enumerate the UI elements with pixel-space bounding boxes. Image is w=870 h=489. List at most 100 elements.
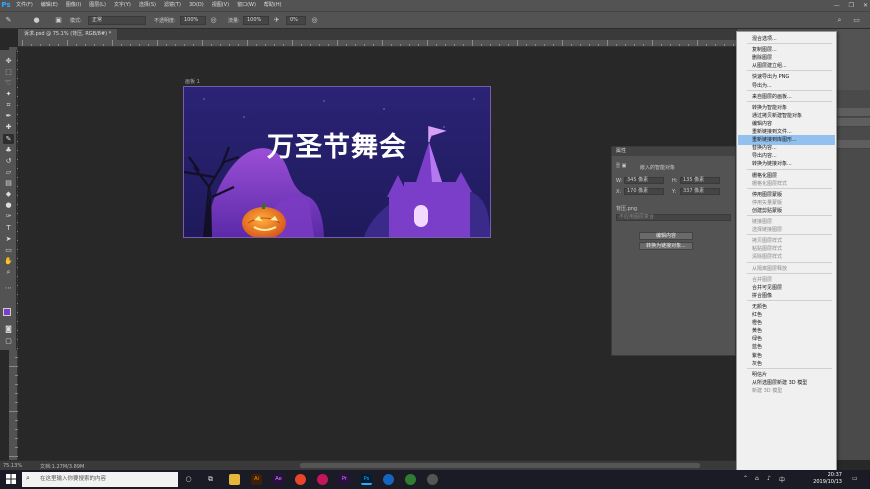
- quick-mask-icon[interactable]: ◙: [3, 324, 14, 334]
- foreground-color-swatch[interactable]: [3, 308, 11, 316]
- menu-edit[interactable]: 编辑(E): [37, 0, 62, 11]
- taskbar-search-input[interactable]: 在这里输入你要搜索的内容: [22, 472, 178, 487]
- document-tab[interactable]: 诉求.psd @ 75.1% (背压, RGB/8#) *: [18, 29, 118, 40]
- brush-panel-icon[interactable]: ▣: [54, 16, 63, 25]
- height-input[interactable]: 135 像素: [680, 177, 720, 184]
- menu-layer[interactable]: 图层(L): [85, 0, 110, 11]
- flow-label: 流量:: [228, 18, 240, 24]
- type-tool-icon[interactable]: T: [3, 223, 14, 233]
- ruler-tick: [58, 44, 59, 46]
- clock-date: 2019/10/13: [813, 479, 842, 485]
- pen-tool-icon[interactable]: ✑: [3, 211, 14, 221]
- ruler-tick: [265, 44, 266, 46]
- workspace-icon[interactable]: ▭: [852, 16, 861, 25]
- ruler-tick: [31, 44, 32, 46]
- layer-row[interactable]: [836, 140, 870, 149]
- history-brush-tool-icon[interactable]: ↺: [3, 156, 14, 166]
- dodge-tool-icon[interactable]: ●: [3, 200, 14, 210]
- network-icon[interactable]: ⌂: [755, 475, 759, 482]
- screen-mode-icon[interactable]: ▢: [3, 336, 14, 346]
- opacity-input[interactable]: 100%: [180, 16, 206, 25]
- layer-row[interactable]: [836, 118, 870, 127]
- menu-3d[interactable]: 3D(D): [185, 0, 208, 11]
- menu-window[interactable]: 窗口(W): [233, 0, 260, 11]
- menu-file[interactable]: 文件(F): [12, 0, 37, 11]
- minimize-button[interactable]: —: [834, 0, 840, 11]
- eraser-tool-icon[interactable]: ▱: [3, 167, 14, 177]
- crop-tool-icon[interactable]: ⌗: [3, 100, 14, 110]
- zoom-level[interactable]: 75.13%: [3, 463, 22, 469]
- adobe-app-icon[interactable]: Ae: [273, 474, 284, 485]
- browser-icon[interactable]: [317, 474, 328, 485]
- eyedropper-tool-icon[interactable]: ✒: [3, 111, 14, 121]
- maximize-button[interactable]: ❐: [849, 0, 854, 11]
- move-tool-icon[interactable]: ✥: [3, 56, 14, 66]
- menu-image[interactable]: 图像(I): [62, 0, 85, 11]
- menu-separator: [747, 367, 832, 369]
- canvas-banner[interactable]: 万圣节舞会: [183, 86, 491, 238]
- edit-contents-button[interactable]: 编辑内容: [639, 232, 693, 240]
- convert-to-linked-button[interactable]: 转换为链接对象...: [639, 242, 693, 250]
- cortana-icon[interactable]: ○: [183, 474, 194, 485]
- file-explorer-icon[interactable]: [229, 474, 240, 485]
- ruler-tick: [715, 44, 716, 46]
- layer-comp-select[interactable]: 不应用图层复合: [616, 214, 731, 221]
- horizontal-scrollbar[interactable]: [300, 463, 700, 468]
- menu-view[interactable]: 视图(V): [208, 0, 233, 11]
- mode-select[interactable]: 正常: [88, 16, 146, 25]
- ruler-tick: [22, 40, 23, 46]
- more-tools-icon[interactable]: ⋯: [3, 283, 14, 293]
- brush-preset-icon[interactable]: ✎: [4, 16, 13, 25]
- ruler-tick: [15, 420, 18, 421]
- lasso-tool-icon[interactable]: ➰: [3, 78, 14, 88]
- premiere-icon[interactable]: Pr: [339, 474, 350, 485]
- layer-row[interactable]: [836, 108, 870, 117]
- search-icon[interactable]: ⌕: [835, 16, 844, 25]
- app-icon[interactable]: [405, 474, 416, 485]
- document-size[interactable]: 文档:1.27M/3.89M: [40, 463, 84, 470]
- x-input[interactable]: 170 像素: [624, 188, 664, 195]
- blur-tool-icon[interactable]: ◆: [3, 189, 14, 199]
- notification-icon[interactable]: ▭: [852, 475, 858, 482]
- menu-select[interactable]: 选择(S): [135, 0, 160, 11]
- task-view-icon[interactable]: ⧉: [205, 474, 216, 485]
- smart-object-icon: 🗎 ▣: [616, 163, 627, 169]
- app-icon[interactable]: [383, 474, 394, 485]
- healing-tool-icon[interactable]: ✚: [3, 122, 14, 132]
- ruler-tick: [166, 44, 167, 46]
- airbrush-icon[interactable]: ✈: [272, 16, 281, 25]
- taskbar-clock[interactable]: 20:37 2019/10/13: [813, 472, 842, 486]
- ruler-tick: [337, 40, 338, 46]
- pressure-opacity-icon[interactable]: ◎: [209, 16, 218, 25]
- photoshop-taskbar-icon[interactable]: Ps: [361, 474, 372, 485]
- ruler-tick: [382, 40, 383, 46]
- pressure-size-icon[interactable]: ◎: [310, 16, 319, 25]
- hand-tool-icon[interactable]: ✋: [3, 256, 14, 266]
- ime-icon[interactable]: 中: [779, 475, 785, 484]
- artboard-label: 画板 1: [185, 79, 200, 85]
- menu-help[interactable]: 帮助(H): [260, 0, 286, 11]
- menu-filter[interactable]: 滤镜(T): [160, 0, 185, 11]
- brush-size-icon[interactable]: ●: [32, 16, 41, 25]
- marquee-tool-icon[interactable]: ⬚: [3, 67, 14, 77]
- quick-select-tool-icon[interactable]: ✦: [3, 89, 14, 99]
- smoothing-input[interactable]: 0%: [286, 16, 306, 25]
- y-input[interactable]: 337 像素: [680, 188, 720, 195]
- app-icon[interactable]: [427, 474, 438, 485]
- brush-tool-icon[interactable]: ✎: [3, 134, 14, 144]
- width-input[interactable]: 345 像素: [624, 177, 664, 184]
- gradient-tool-icon[interactable]: ▤: [3, 178, 14, 188]
- illustrator-icon[interactable]: Ai: [251, 474, 262, 485]
- menu-type[interactable]: 文字(Y): [110, 0, 135, 11]
- windows-taskbar: 在这里输入你要搜索的内容 ⌕ ○ ⧉ Ai Ae Pr Ps ⌃ ⌂ ♪ 中 2…: [0, 470, 870, 489]
- stamp-tool-icon[interactable]: ♣: [3, 145, 14, 155]
- path-select-tool-icon[interactable]: ➤: [3, 234, 14, 244]
- chrome-icon[interactable]: [295, 474, 306, 485]
- zoom-tool-icon[interactable]: ⌕: [3, 267, 14, 277]
- shape-tool-icon[interactable]: ▭: [3, 245, 14, 255]
- windows-start-icon[interactable]: [6, 474, 16, 484]
- tray-chevron-icon[interactable]: ⌃: [743, 475, 748, 482]
- close-button[interactable]: ✕: [863, 0, 868, 11]
- volume-icon[interactable]: ♪: [767, 475, 771, 482]
- flow-input[interactable]: 100%: [243, 16, 269, 25]
